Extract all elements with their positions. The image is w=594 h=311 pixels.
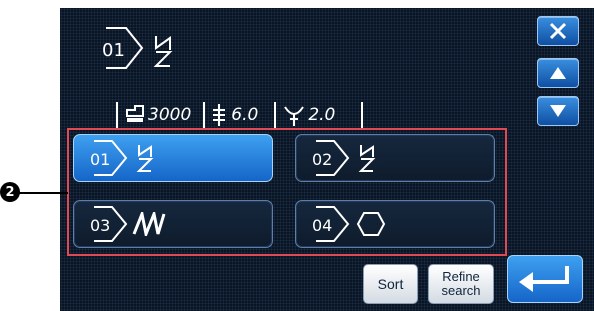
pattern-button-03[interactable]: 03 — [73, 200, 273, 248]
zigzag-bartack-icon — [153, 36, 173, 67]
pattern-number-01: 01 — [90, 140, 128, 176]
arrow-down-icon — [550, 105, 566, 117]
m-zigzag-icon — [132, 212, 166, 236]
pattern-number-02: 02 — [312, 140, 350, 176]
svg-text:03: 03 — [90, 216, 110, 235]
svg-text:02: 02 — [312, 150, 332, 169]
hexagon-icon — [356, 212, 386, 236]
sort-button[interactable]: Sort — [363, 264, 418, 304]
callout-marker: 2 — [0, 182, 20, 202]
refine-search-button[interactable]: Refine search — [428, 264, 494, 304]
zigzag-bartack-icon — [136, 145, 154, 172]
pattern-number-04: 04 — [312, 206, 350, 242]
pattern-button-01[interactable]: 01 — [73, 134, 273, 182]
close-button[interactable] — [537, 16, 579, 46]
svg-text:01: 01 — [90, 150, 110, 169]
scroll-up-button[interactable] — [537, 58, 579, 88]
arrow-up-icon — [550, 67, 566, 79]
pattern-info-row: 3000 6.0 2.0 — [110, 98, 369, 132]
pattern-button-02[interactable]: 02 — [295, 134, 495, 182]
svg-text:04: 04 — [312, 216, 332, 235]
divider — [361, 102, 364, 128]
scroll-down-button[interactable] — [537, 96, 579, 126]
enter-button[interactable] — [507, 255, 583, 303]
pattern-button-04[interactable]: 04 — [295, 200, 495, 248]
divider — [116, 102, 118, 128]
current-pattern-number: 01 — [102, 27, 144, 69]
divider — [203, 102, 206, 128]
stitch-length-value: 6.0 — [211, 103, 258, 127]
pattern-number-03: 03 — [90, 206, 128, 242]
close-icon — [549, 22, 567, 40]
speed-icon — [126, 105, 144, 122]
speed-value: 3000 — [124, 104, 191, 126]
divider — [274, 102, 277, 128]
thread-tension-value: 2.0 — [282, 103, 335, 127]
enter-icon — [519, 266, 569, 292]
thread-tension-icon — [284, 106, 305, 126]
pattern-list-highlight: 01 02 03 04 — [67, 128, 507, 256]
svg-text:01: 01 — [102, 40, 125, 61]
zigzag-bartack-icon — [358, 145, 376, 172]
stitch-length-icon — [213, 104, 226, 126]
